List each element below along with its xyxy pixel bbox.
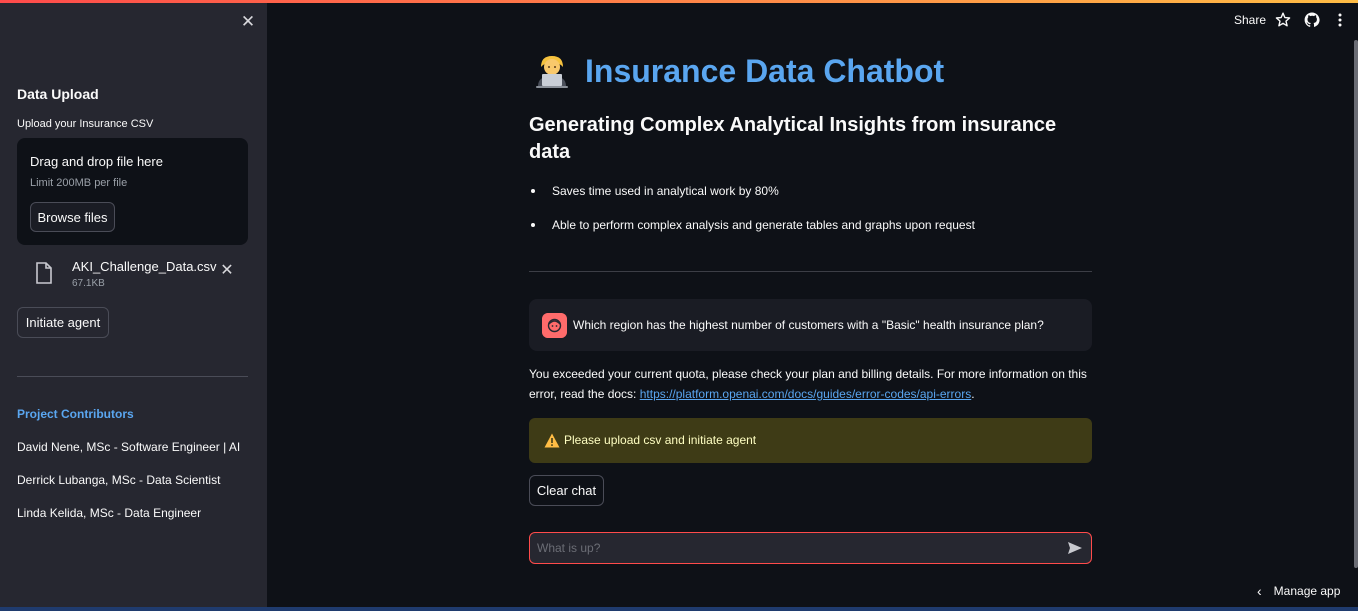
star-icon[interactable]	[1275, 12, 1291, 28]
error-suffix: .	[971, 387, 975, 401]
uploaded-file: AKI_Challenge_Data.csv 67.1KB ✕	[17, 256, 248, 292]
title-text: Insurance Data Chatbot	[585, 52, 945, 89]
file-size: 67.1KB	[72, 278, 105, 289]
browse-files-button[interactable]: Browse files	[30, 202, 115, 232]
bullet-dot	[531, 188, 535, 193]
error-docs-link[interactable]: https://platform.openai.com/docs/guides/…	[640, 387, 971, 401]
warning-alert: Please upload csv and initiate agent	[529, 418, 1092, 463]
chat-input-container	[529, 532, 1092, 564]
sidebar: ✕ Data Upload Upload your Insurance CSV …	[0, 3, 267, 607]
scrollbar[interactable]	[1354, 40, 1358, 568]
list-item-text: Saves time used in analytical work by 80…	[552, 184, 779, 198]
list-item-text: Able to perform complex analysis and gen…	[552, 218, 975, 232]
data-upload-heading: Data Upload	[17, 86, 99, 102]
bottom-decoration-bar	[0, 607, 1358, 611]
page-subtitle: Generating Complex Analytical Insights f…	[529, 114, 1057, 163]
close-sidebar-icon[interactable]: ✕	[240, 13, 256, 31]
upload-label: Upload your Insurance CSV	[17, 118, 154, 130]
send-icon[interactable]	[1067, 541, 1083, 555]
bullet-dot	[531, 222, 535, 227]
warning-text: Please upload csv and initiate agent	[564, 433, 757, 447]
file-icon	[36, 262, 52, 284]
warning-icon	[544, 433, 560, 448]
github-icon[interactable]	[1304, 12, 1320, 28]
user-avatar-icon	[542, 313, 567, 338]
share-button[interactable]: Share	[1234, 13, 1266, 27]
manage-app-button[interactable]: ‹ Manage app	[1257, 583, 1340, 599]
contributors-heading: Project Contributors	[17, 407, 134, 421]
list-item: Saves time used in analytical work by 80…	[529, 184, 779, 198]
technologist-emoji-icon	[536, 56, 568, 88]
dropzone-limit: Limit 200MB per file	[30, 177, 128, 189]
file-name: AKI_Challenge_Data.csv	[72, 259, 217, 274]
remove-file-icon[interactable]: ✕	[219, 262, 235, 280]
assistant-error-message: You exceeded your current quota, please …	[529, 364, 1094, 404]
contributor-item: David Nene, MSc - Software Engineer | AI	[17, 440, 241, 454]
dropzone-title: Drag and drop file here	[30, 154, 163, 169]
page-title: Insurance Data Chatbot	[533, 52, 944, 90]
file-dropzone[interactable]: Drag and drop file here Limit 200MB per …	[17, 138, 248, 245]
manage-app-label: Manage app	[1273, 584, 1341, 598]
user-message-text: Which region has the highest number of c…	[573, 318, 1044, 332]
user-chat-message: Which region has the highest number of c…	[529, 299, 1092, 351]
contributor-item: Derrick Lubanga, MSc - Data Scientist	[17, 473, 221, 487]
more-vertical-icon[interactable]	[1332, 12, 1348, 28]
contributor-item: Linda Kelida, MSc - Data Engineer	[17, 506, 202, 520]
chevron-left-icon: ‹	[1257, 583, 1262, 599]
chat-input[interactable]	[530, 533, 1050, 563]
initiate-agent-button[interactable]: Initiate agent	[17, 307, 109, 338]
sidebar-divider	[17, 376, 248, 377]
list-item: Able to perform complex analysis and gen…	[529, 218, 975, 232]
content-divider	[529, 271, 1092, 272]
clear-chat-button[interactable]: Clear chat	[529, 475, 604, 506]
